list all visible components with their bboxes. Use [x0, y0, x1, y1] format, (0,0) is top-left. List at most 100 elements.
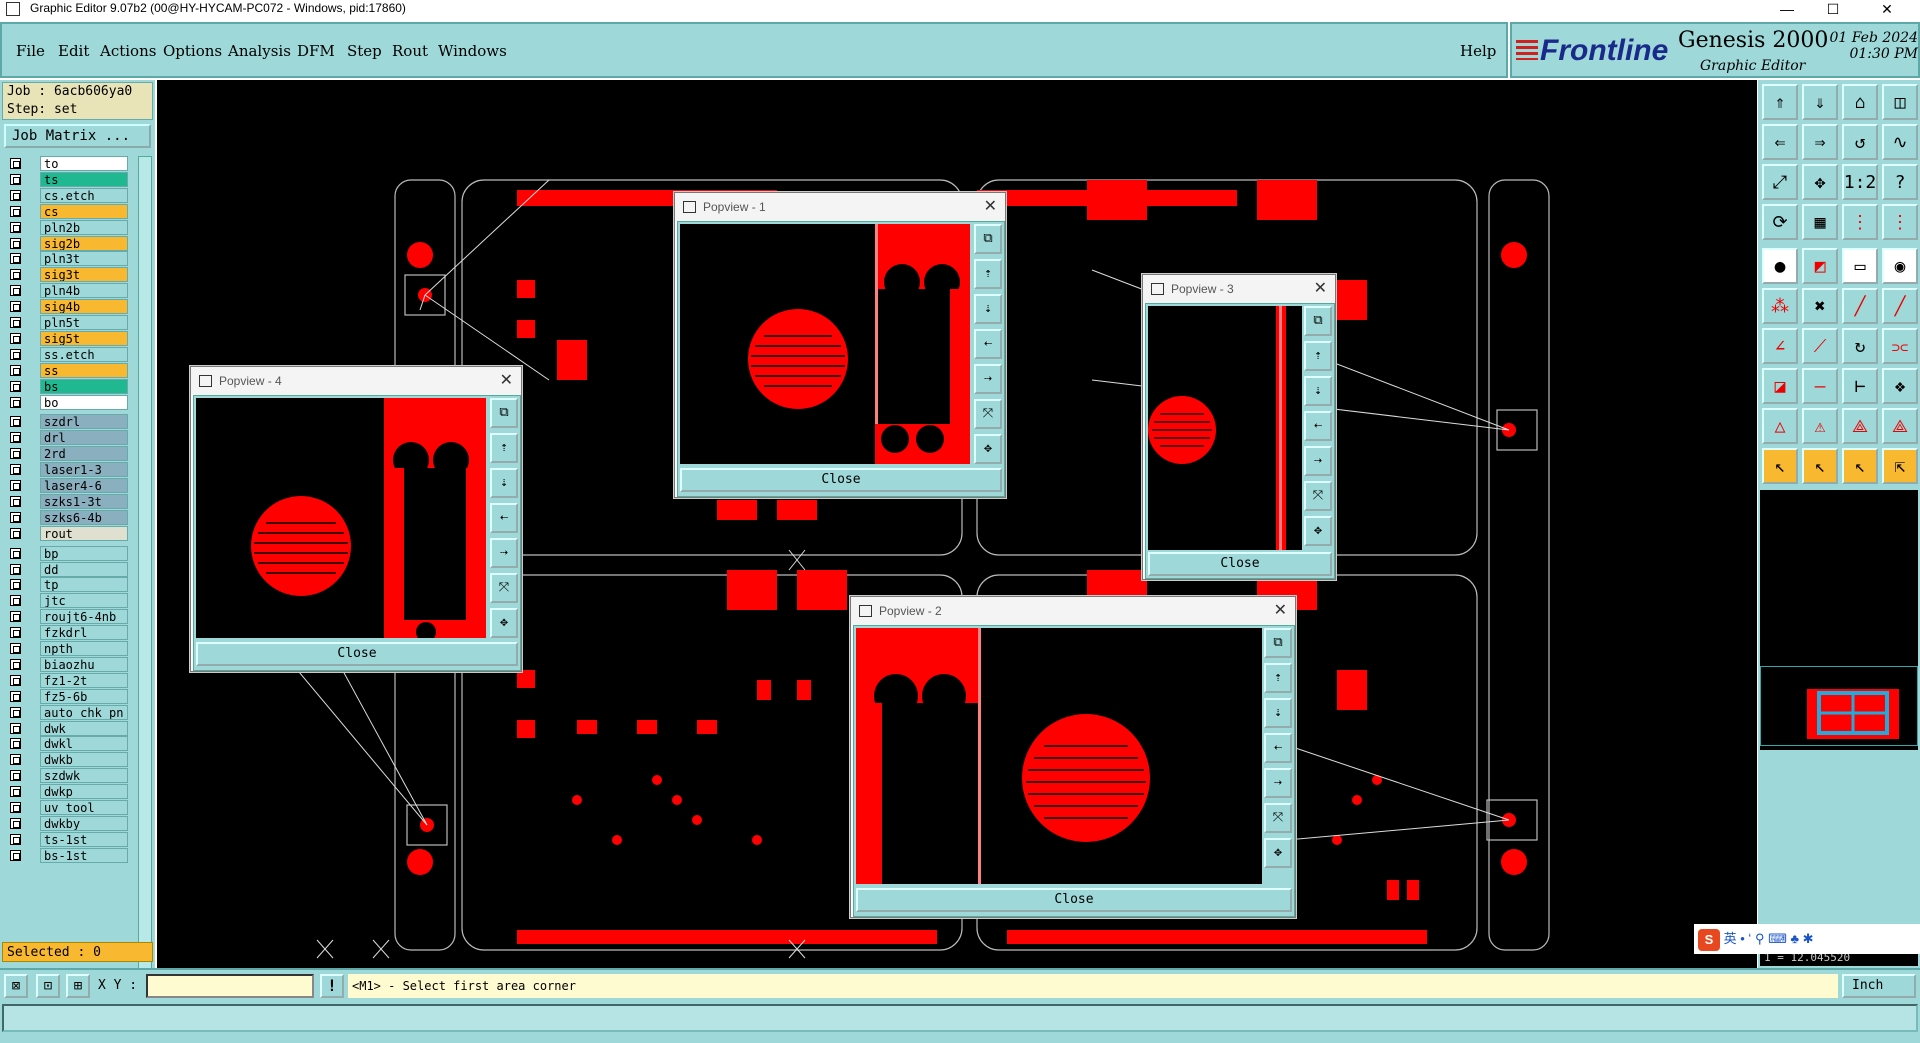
layer-checkbox[interactable] [10, 317, 21, 328]
popview-4-header[interactable]: Popview - 4 ✕ [191, 367, 521, 395]
layer-row[interactable]: bs [4, 378, 134, 394]
tool-pointer2-icon[interactable]: ↖ [1802, 448, 1838, 484]
tool-line3-icon[interactable]: ∠ [1762, 328, 1798, 364]
layer-checkbox[interactable] [10, 189, 21, 201]
layer-name[interactable]: 2rd [40, 446, 128, 462]
layer-name[interactable]: rout [40, 525, 128, 541]
pv-left-icon[interactable]: ⇠ [974, 329, 1002, 359]
layer-name[interactable]: fz1-2t [40, 672, 128, 688]
tool-left-icon[interactable]: ⇐ [1762, 124, 1798, 160]
layer-row[interactable]: pln2b [4, 219, 134, 235]
tool-cut-icon[interactable]: ⟋ [1802, 328, 1838, 364]
menu-step[interactable]: Step [347, 42, 382, 60]
layer-name[interactable]: ts-1st [40, 831, 128, 847]
layer-checkbox[interactable] [10, 738, 21, 750]
layer-row[interactable]: ts [4, 171, 134, 187]
pv-left-icon[interactable]: ⇠ [490, 503, 518, 533]
layer-name[interactable]: cs.etch [40, 187, 128, 203]
ime-punct-icon[interactable]: • ʻ [1740, 931, 1751, 946]
tool-home-icon[interactable]: ⌂ [1842, 84, 1878, 120]
layer-row[interactable]: ts-1st [4, 831, 134, 847]
tool-pad2-icon[interactable]: ◪ [1762, 368, 1798, 404]
tool-tri2-icon[interactable]: ⚠ [1802, 408, 1838, 444]
layer-name[interactable]: dd [40, 561, 128, 577]
layer-row[interactable]: sig2b [4, 235, 134, 251]
tool-group-icon[interactable]: ❖ [1882, 368, 1918, 404]
layer-row[interactable]: szks6-4b [4, 509, 134, 525]
layer-name[interactable]: pln2b [40, 219, 128, 235]
layer-name[interactable]: dwkp [40, 784, 128, 800]
tool-snap2-icon[interactable]: ⋮ [1882, 204, 1918, 240]
pv-up-icon[interactable]: ⇡ [974, 259, 1002, 289]
tool-rotate-icon[interactable]: ⟳ [1762, 204, 1798, 240]
tool-help-icon[interactable]: ? [1882, 164, 1918, 200]
tool-tri-icon[interactable]: △ [1762, 408, 1798, 444]
pv-up-icon[interactable]: ⇡ [490, 433, 518, 463]
layer-name[interactable]: drl [40, 430, 128, 446]
layer-name[interactable]: npth [40, 641, 128, 656]
ime-settings-icon[interactable]: ✱ [1803, 931, 1814, 946]
tool-layout-icon[interactable]: ◫ [1882, 84, 1918, 120]
layer-name[interactable]: auto_chk_pn [40, 704, 128, 720]
layer-name[interactable]: bp [40, 545, 128, 561]
layer-row[interactable]: sig5t [4, 330, 134, 346]
pv-zoom-icon[interactable]: ⧉ [974, 224, 1002, 254]
tool-down-icon[interactable]: ⇓ [1802, 84, 1838, 120]
layer-checkbox[interactable] [10, 301, 21, 313]
pv-fit-icon[interactable]: ⤧ [974, 399, 1002, 429]
layer-checkbox[interactable] [10, 348, 21, 360]
layer-name[interactable]: fzkdrl [40, 625, 128, 641]
layer-checkbox[interactable] [10, 237, 21, 249]
layer-checkbox[interactable] [10, 643, 21, 654]
tool-pointer3-icon[interactable]: ↖ [1842, 448, 1878, 484]
pv-center-icon[interactable]: ✥ [490, 608, 518, 638]
layer-name[interactable]: pln3t [40, 251, 128, 267]
popview-2-view[interactable] [856, 628, 1262, 884]
pv-zoom-icon[interactable]: ⧉ [490, 398, 518, 428]
layer-checkbox[interactable] [10, 754, 21, 766]
pv-down-icon[interactable]: ⇣ [1264, 698, 1292, 728]
layer-checkbox[interactable] [10, 527, 21, 539]
menu-dfm[interactable]: DFM [297, 42, 335, 60]
tool-tri3-icon[interactable]: ⟁ [1842, 408, 1878, 444]
layer-checkbox[interactable] [10, 802, 21, 813]
layer-name[interactable]: sig2b [40, 235, 128, 251]
layer-row[interactable]: cs [4, 203, 134, 219]
layer-checkbox[interactable] [10, 579, 21, 591]
layer-row[interactable]: to [4, 156, 134, 171]
layer-name[interactable]: szks6-4b [40, 509, 128, 525]
xy-input[interactable] [146, 974, 314, 998]
popview-3-close-icon[interactable]: ✕ [1314, 275, 1327, 303]
layer-name[interactable]: sig4b [40, 299, 128, 315]
layer-checkbox[interactable] [10, 770, 21, 782]
layer-checkbox[interactable] [10, 511, 21, 523]
pv-up-icon[interactable]: ⇡ [1264, 663, 1292, 693]
overview-map[interactable] [1760, 666, 1918, 746]
layer-row[interactable]: dwkp [4, 784, 134, 800]
popview-4-close-button[interactable]: Close [196, 642, 518, 666]
popview-1-window[interactable]: Popview - 1 ✕ ⧉ ⇡ ⇣ ⇠ ⇢ ⤧ ✥ Close [674, 192, 1006, 498]
layer-row[interactable]: dwkl [4, 736, 134, 752]
maximize-button[interactable]: ☐ [1810, 0, 1856, 18]
popview-3-view[interactable] [1148, 306, 1302, 550]
layer-row[interactable]: dwk [4, 720, 134, 736]
layer-name[interactable]: bs [40, 378, 128, 394]
layer-checkbox[interactable] [10, 158, 21, 169]
tool-fit-icon[interactable]: ⤢ [1762, 164, 1798, 200]
layer-row[interactable]: pln3t [4, 251, 134, 267]
layer-row[interactable]: fz5-6b [4, 688, 134, 704]
grid-icon[interactable]: ⊞ [66, 974, 90, 998]
pv-left-icon[interactable]: ⇠ [1304, 411, 1332, 441]
tool-pad-icon[interactable]: ● [1762, 248, 1798, 284]
layer-name[interactable]: sig5t [40, 330, 128, 346]
menu-analysis[interactable]: Analysis [228, 42, 291, 60]
layer-row[interactable]: ss.etch [4, 346, 134, 362]
tool-region-icon[interactable]: ◩ [1802, 248, 1838, 284]
layer-row[interactable]: fz1-2t [4, 672, 134, 688]
popview-4-window[interactable]: Popview - 4 ✕ ⧉ ⇡ ⇣ ⇠ ⇢ ⤧ ✥ Close [190, 366, 522, 672]
layer-checkbox[interactable] [10, 480, 21, 491]
layer-name[interactable]: pln4b [40, 283, 128, 299]
popview-2-window[interactable]: Popview - 2 ✕ ⧉ ⇡ ⇣ ⇠ ⇢ ⤧ ✥ Close [850, 596, 1296, 918]
layer-checkbox[interactable] [10, 205, 21, 217]
layer-row[interactable]: ss [4, 362, 134, 378]
